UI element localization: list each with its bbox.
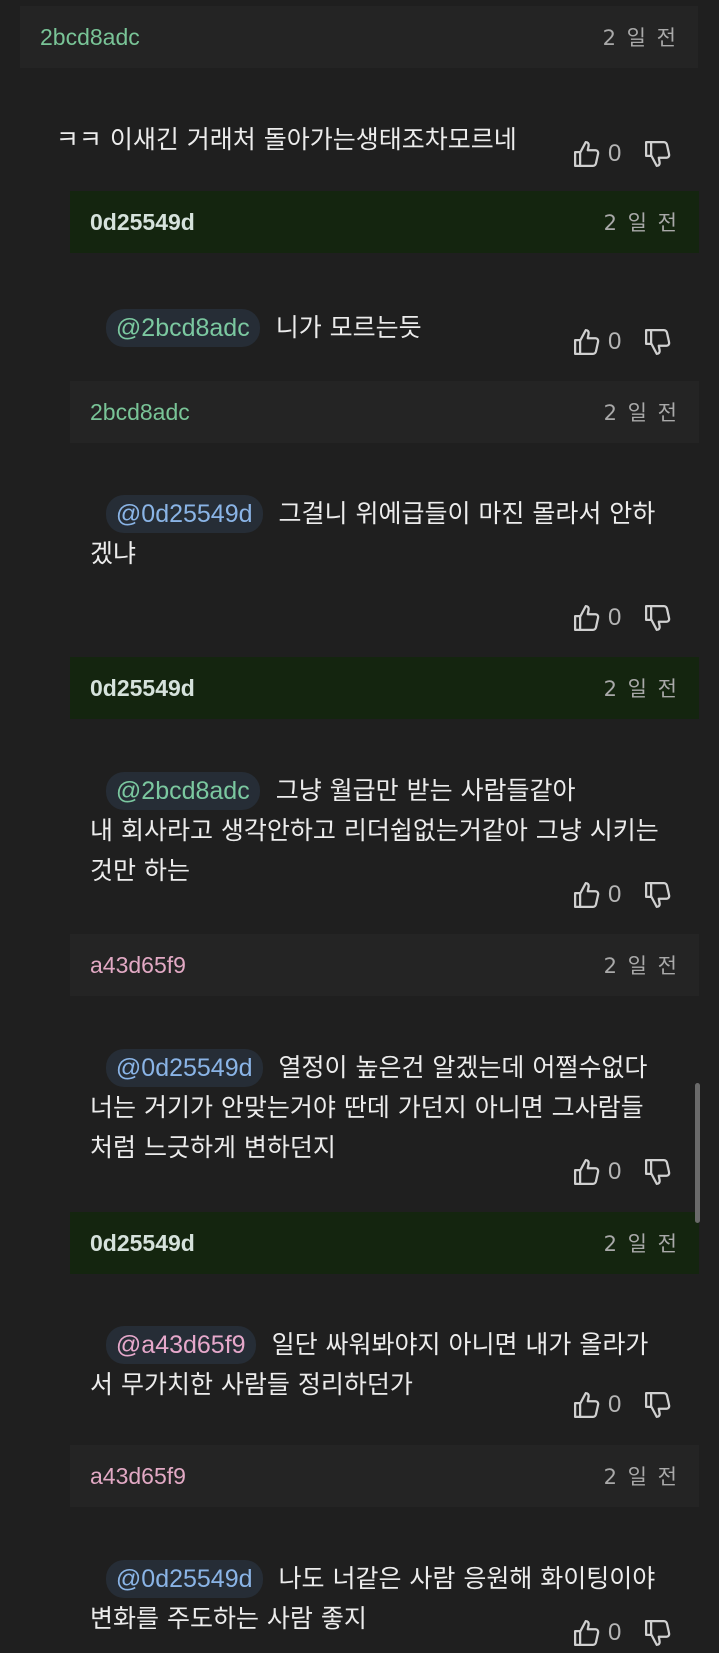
like-count: 0 bbox=[608, 1619, 622, 1646]
comment-body: @0d25549d 열정이 높은건 알겠는데 어쩔수없다 너는 거기가 안맞는거야… bbox=[90, 1008, 700, 1168]
dislike-button[interactable] bbox=[643, 880, 673, 910]
dislike-button[interactable] bbox=[643, 603, 673, 633]
like-button[interactable] bbox=[572, 1390, 602, 1420]
thumbs-up-icon bbox=[574, 1620, 600, 1646]
dislike-button[interactable] bbox=[643, 1157, 673, 1187]
vote-bar: 0 bbox=[572, 1385, 673, 1425]
vote-bar: 0 bbox=[572, 875, 673, 915]
like-count: 0 bbox=[608, 140, 622, 167]
comment-author[interactable]: 2bcd8adc bbox=[40, 24, 140, 51]
comment-author[interactable]: 0d25549d bbox=[90, 209, 195, 236]
comment-timestamp: 2 일 전 bbox=[603, 1465, 679, 1489]
like-count: 0 bbox=[608, 881, 622, 908]
like-button[interactable] bbox=[572, 327, 602, 357]
comment-header: 0d25549d 2 일 전 bbox=[70, 657, 699, 719]
thumbs-up-icon bbox=[574, 329, 600, 355]
thumbs-down-icon bbox=[645, 1620, 671, 1646]
comment-body: @2bcd8adc 그냥 월급만 받는 사람들같아 내 회사라고 생각안하고 리더… bbox=[90, 731, 700, 891]
vote-bar: 0 bbox=[572, 598, 673, 638]
mention-tag[interactable]: @2bcd8adc bbox=[105, 309, 260, 347]
like-button[interactable] bbox=[572, 1157, 602, 1187]
mention-tag[interactable]: @0d25549d bbox=[105, 1560, 263, 1598]
comment-header: 2bcd8adc 2 일 전 bbox=[20, 6, 698, 68]
comment-timestamp: 2 일 전 bbox=[603, 211, 679, 235]
thumbs-down-icon bbox=[645, 605, 671, 631]
comment-author[interactable]: a43d65f9 bbox=[90, 1463, 186, 1490]
thumbs-down-icon bbox=[645, 141, 671, 167]
comment-author[interactable]: 2bcd8adc bbox=[90, 399, 190, 426]
dislike-button[interactable] bbox=[643, 327, 673, 357]
mention-tag[interactable]: @0d25549d bbox=[105, 1049, 263, 1087]
comment-body: @0d25549d 그걸니 위에급들이 마진 몰라서 안하 겠냐 bbox=[90, 454, 700, 574]
vote-bar: 0 bbox=[572, 134, 673, 174]
like-button[interactable] bbox=[572, 880, 602, 910]
comment-timestamp: 2 일 전 bbox=[603, 677, 679, 701]
vote-bar: 0 bbox=[572, 322, 673, 362]
comment-header: a43d65f9 2 일 전 bbox=[70, 934, 699, 996]
comment-author[interactable]: 0d25549d bbox=[90, 1230, 195, 1257]
comment-header: 0d25549d 2 일 전 bbox=[70, 1212, 699, 1274]
thumbs-down-icon bbox=[645, 329, 671, 355]
dislike-button[interactable] bbox=[643, 139, 673, 169]
thumbs-down-icon bbox=[645, 882, 671, 908]
comment-header: 2bcd8adc 2 일 전 bbox=[70, 381, 699, 443]
comment-text: ㅋㅋ 이새긴 거래처 돌아가는생태조차모르네 bbox=[55, 125, 517, 154]
like-count: 0 bbox=[608, 328, 622, 355]
mention-tag[interactable]: @a43d65f9 bbox=[105, 1326, 256, 1364]
comment-header: 0d25549d 2 일 전 bbox=[70, 191, 699, 253]
like-button[interactable] bbox=[572, 603, 602, 633]
like-button[interactable] bbox=[572, 139, 602, 169]
thumbs-down-icon bbox=[645, 1159, 671, 1185]
comment-timestamp: 2 일 전 bbox=[603, 954, 679, 978]
vote-bar: 0 bbox=[572, 1152, 673, 1192]
dislike-button[interactable] bbox=[643, 1618, 673, 1648]
vote-bar: 0 bbox=[572, 1613, 673, 1653]
like-count: 0 bbox=[608, 604, 622, 631]
comment-header: a43d65f9 2 일 전 bbox=[70, 1445, 699, 1507]
like-count: 0 bbox=[608, 1158, 622, 1185]
thumbs-up-icon bbox=[574, 1392, 600, 1418]
thumbs-up-icon bbox=[574, 1159, 600, 1185]
thumbs-down-icon bbox=[645, 1392, 671, 1418]
thumbs-up-icon bbox=[574, 141, 600, 167]
comment-timestamp: 2 일 전 bbox=[603, 401, 679, 425]
like-button[interactable] bbox=[572, 1618, 602, 1648]
mention-tag[interactable]: @2bcd8adc bbox=[105, 772, 260, 810]
comment-author[interactable]: 0d25549d bbox=[90, 675, 195, 702]
thumbs-up-icon bbox=[574, 605, 600, 631]
comment-timestamp: 2 일 전 bbox=[602, 26, 678, 50]
dislike-button[interactable] bbox=[643, 1390, 673, 1420]
comment-author[interactable]: a43d65f9 bbox=[90, 952, 186, 979]
scrollbar[interactable] bbox=[695, 1083, 700, 1223]
comment-text: 니가 모르는듯 bbox=[275, 313, 422, 342]
like-count: 0 bbox=[608, 1391, 622, 1418]
comment-timestamp: 2 일 전 bbox=[603, 1232, 679, 1256]
thumbs-up-icon bbox=[574, 882, 600, 908]
mention-tag[interactable]: @0d25549d bbox=[105, 495, 263, 533]
